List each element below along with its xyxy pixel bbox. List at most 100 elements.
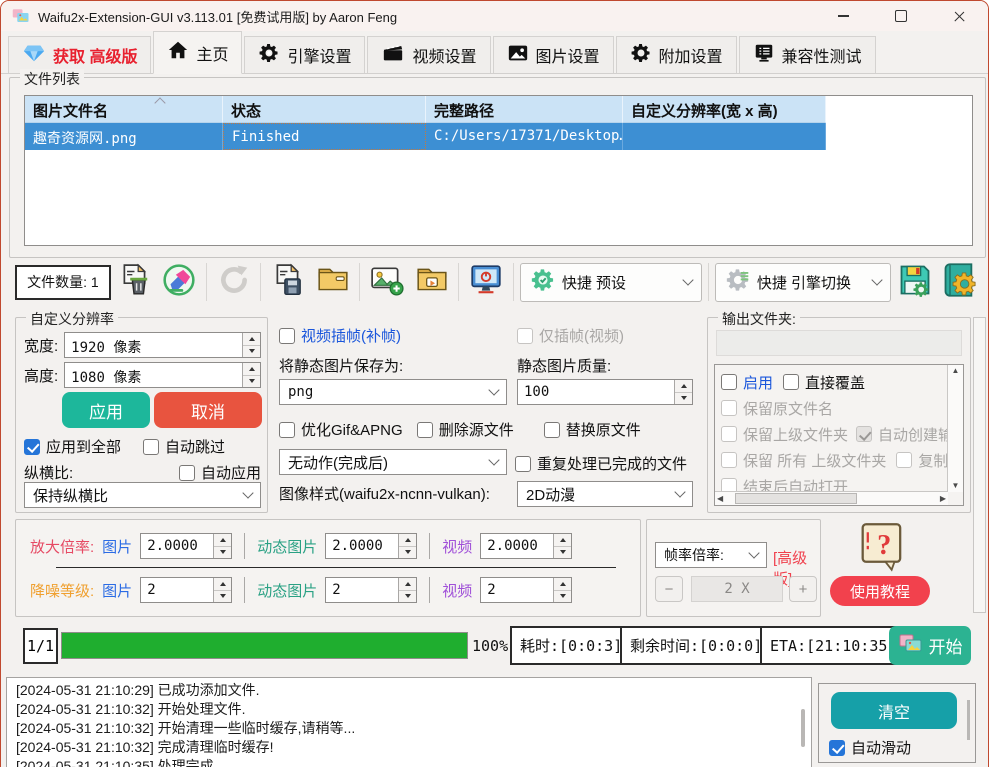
spin-arrows[interactable] xyxy=(674,380,692,404)
auto-skip-checkbox[interactable]: 自动跳过 xyxy=(143,436,225,457)
scale-animated-label: 动态图片 xyxy=(257,536,317,557)
auto-create-output-checkbox[interactable]: 自动创建输 xyxy=(856,424,947,445)
copy-checkbox[interactable]: 复制 xyxy=(896,450,947,471)
column-header-custom-resolution[interactable]: 自定义分辨率(宽 x 高) xyxy=(623,96,826,123)
denoise-video-spinbox[interactable]: 2 xyxy=(480,577,572,603)
tab-video-settings[interactable]: 视频设置 xyxy=(367,36,490,73)
replace-original-checkbox[interactable]: 替换原文件 xyxy=(544,419,641,440)
tab-label: 引擎设置 xyxy=(287,43,351,67)
height-value[interactable]: 1080 像素 xyxy=(65,363,242,387)
quick-engine-switch-dropdown[interactable]: 快捷 引擎切换 xyxy=(715,263,891,302)
column-header-full-path[interactable]: 完整路径 xyxy=(426,96,623,123)
cell-status[interactable]: Finished xyxy=(223,123,426,150)
auto-apply-checkbox[interactable]: 自动应用 xyxy=(179,462,261,483)
tutorial-button[interactable]: 使用教程 xyxy=(830,576,930,606)
horizontal-scrollbar[interactable]: ◀ ▶ xyxy=(715,491,948,505)
aspect-ratio-dropdown[interactable]: 保持纵横比 xyxy=(24,482,261,508)
denoise-animated-spinbox[interactable]: 2 xyxy=(325,577,417,603)
image-style-label: 图像样式(waifu2x-ncnn-vulkan): xyxy=(279,483,490,504)
scroll-down-icon[interactable]: ▼ xyxy=(950,480,962,492)
height-spinbox[interactable]: 1080 像素 xyxy=(64,362,261,388)
file-table[interactable]: 图片文件名 状态 完整路径 自定义分辨率(宽 x 高) 趣奇资源网.png Fi… xyxy=(24,95,973,246)
checkbox-icon xyxy=(517,328,533,344)
frame-rate-dropdown[interactable]: 帧率倍率: xyxy=(655,542,767,568)
enable-output-folder-checkbox[interactable]: 启用 xyxy=(721,372,773,393)
video-interpolation-checkbox[interactable]: 视频插帧(补帧) xyxy=(279,325,401,346)
interpolation-only-checkbox[interactable]: 仅插帧(视频) xyxy=(517,325,624,346)
tab-get-premium[interactable]: 获取 高级版 xyxy=(8,36,151,73)
minimize-button[interactable] xyxy=(814,1,872,31)
scale-animated-spinbox[interactable]: 2.0000 xyxy=(325,533,417,559)
image-format-dropdown[interactable]: png xyxy=(279,379,507,405)
column-header-file-name[interactable]: 图片文件名 xyxy=(25,96,223,123)
chevron-down-icon xyxy=(871,274,882,285)
refresh-button[interactable] xyxy=(213,260,255,304)
vertical-scrollbar[interactable]: ▲ ▼ xyxy=(947,365,963,492)
denoise-image-spinbox[interactable]: 2 xyxy=(140,577,232,603)
cell-full-path[interactable]: C:/Users/17371/Desktop… xyxy=(426,123,623,150)
delete-source-checkbox[interactable]: 删除源文件 xyxy=(417,419,514,440)
spin-arrows[interactable] xyxy=(242,333,260,357)
scale-image-spinbox[interactable]: 2.0000 xyxy=(140,533,232,559)
table-row[interactable]: 趣奇资源网.png Finished C:/Users/17371/Deskto… xyxy=(25,123,972,150)
checkbox-icon xyxy=(721,400,737,416)
save-settings-button[interactable] xyxy=(894,260,936,304)
scroll-up-icon[interactable]: ▲ xyxy=(950,365,962,377)
output-path-field[interactable] xyxy=(716,330,962,356)
close-button[interactable] xyxy=(930,1,988,31)
keep-original-filename-checkbox[interactable]: 保留原文件名 xyxy=(721,398,833,419)
auto-scroll-checkbox[interactable]: 自动滑动 xyxy=(829,737,911,758)
scroll-left-icon[interactable]: ◀ xyxy=(715,493,725,505)
width-spinbox[interactable]: 1920 像素 xyxy=(64,332,261,358)
aspect-ratio-value: 保持纵横比 xyxy=(33,485,108,506)
spin-arrows[interactable] xyxy=(242,363,260,387)
add-images-button[interactable] xyxy=(366,260,408,304)
maximize-button[interactable] xyxy=(872,1,930,31)
auto-open-after-finish-checkbox[interactable]: 结束后自动打开 xyxy=(721,476,848,492)
clear-list-button[interactable] xyxy=(158,260,200,304)
tab-compatibility-test[interactable]: 兼容性测试 xyxy=(739,36,876,73)
log-area[interactable]: [2024-05-31 21:10:29] 已成功添加文件. [2024-05-… xyxy=(6,677,812,767)
cancel-button[interactable]: 取消 xyxy=(154,392,262,428)
tab-image-settings[interactable]: 图片设置 xyxy=(493,36,614,73)
quick-preset-dropdown[interactable]: 快捷 预设 xyxy=(520,263,702,302)
after-finish-dropdown[interactable]: 无动作(完成后) xyxy=(279,449,507,475)
image-quality-spinbox[interactable]: 100 xyxy=(517,379,693,405)
overwrite-checkbox[interactable]: 直接覆盖 xyxy=(783,372,865,393)
output-options-scroll-area[interactable]: 启用 直接覆盖 保留原文件名 保留上级文件夹 自动创建输 保留 所有 上级文件夹… xyxy=(714,364,964,506)
open-file-list-button[interactable] xyxy=(312,260,354,304)
tab-home[interactable]: 主页 xyxy=(153,31,242,74)
clear-log-button[interactable]: 清空 xyxy=(831,692,957,729)
width-value[interactable]: 1920 像素 xyxy=(65,333,242,357)
save-file-list-button[interactable] xyxy=(267,260,309,304)
reprocess-finished-checkbox[interactable]: 重复处理已完成的文件 xyxy=(515,453,687,474)
tab-extra-settings[interactable]: 附加设置 xyxy=(616,36,737,73)
cell-custom-resolution[interactable] xyxy=(623,123,826,150)
settings-book-button[interactable] xyxy=(938,260,980,304)
scrollbar-thumb[interactable] xyxy=(735,493,857,504)
checkbox-icon xyxy=(721,374,737,390)
frame-rate-minus-button[interactable]: − xyxy=(655,576,683,602)
tab-engine-settings[interactable]: 引擎设置 xyxy=(244,36,365,73)
keep-parent-folder-checkbox[interactable]: 保留上级文件夹 xyxy=(721,424,848,445)
apply-to-all-checkbox[interactable]: 应用到全部 xyxy=(24,436,121,457)
keep-all-parent-folders-checkbox[interactable]: 保留 所有 上级文件夹 xyxy=(721,450,886,471)
panel-scrollbar-thumb[interactable] xyxy=(967,700,970,740)
remove-file-button[interactable] xyxy=(114,260,156,304)
svg-text:?: ? xyxy=(877,530,891,561)
start-button[interactable]: 开始 xyxy=(889,626,971,665)
video-folder-button[interactable] xyxy=(411,260,453,304)
cell-file-name[interactable]: 趣奇资源网.png xyxy=(25,123,223,150)
scale-video-spinbox[interactable]: 2.0000 xyxy=(480,533,572,559)
frame-rate-plus-button[interactable]: + xyxy=(789,576,817,602)
divider xyxy=(56,567,616,568)
image-quality-value[interactable]: 100 xyxy=(518,380,674,404)
output-folder-label: 输出文件夹: xyxy=(718,309,800,329)
log-scrollbar-thumb[interactable] xyxy=(801,709,805,747)
monitor-power-button[interactable] xyxy=(465,260,507,304)
apply-button[interactable]: 应用 xyxy=(62,392,150,428)
optimize-gif-checkbox[interactable]: 优化Gif&APNG xyxy=(279,419,403,440)
image-style-dropdown[interactable]: 2D动漫 xyxy=(517,481,693,507)
column-header-status[interactable]: 状态 xyxy=(223,96,426,123)
scroll-right-icon[interactable]: ▶ xyxy=(938,493,948,505)
